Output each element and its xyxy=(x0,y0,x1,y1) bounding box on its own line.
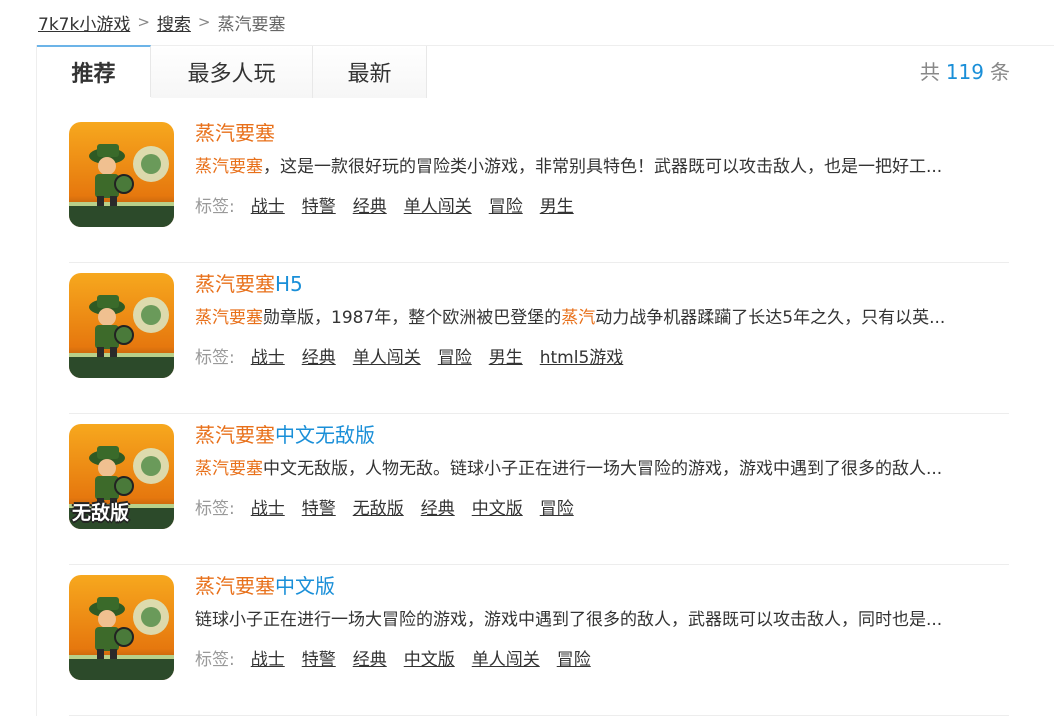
list-item: 无敌版 蒸汽要塞中文无敌版 蒸汽要塞中文无敌版，人物无敌。链球小子正在进行一场大… xyxy=(69,414,1009,565)
game-title-keyword: 蒸汽要塞 xyxy=(195,423,275,447)
tag-link[interactable]: 战士 xyxy=(251,345,285,371)
tab-newest[interactable]: 最新 xyxy=(313,46,427,98)
game-info: 蒸汽要塞中文版 链球小子正在进行一场大冒险的游戏，游戏中遇到了很多的敌人，武器既… xyxy=(195,565,1009,673)
sort-tabs: 推荐 最多人玩 最新 xyxy=(37,45,427,98)
game-title-keyword: 蒸汽要塞 xyxy=(195,121,275,145)
game-list: 蒸汽要塞 蒸汽要塞，这是一款很好玩的冒险类小游戏，非常别具特色！武器既可以攻击敌… xyxy=(69,112,1009,716)
tag-link[interactable]: 冒险 xyxy=(438,345,472,371)
description-keyword: 蒸汽要塞 xyxy=(195,157,263,177)
tag-link[interactable]: 中文版 xyxy=(472,496,523,522)
game-description: 蒸汽要塞中文无敌版，人物无敌。链球小子正在进行一场大冒险的游戏，游戏中遇到了很多… xyxy=(195,457,1009,481)
tag-link[interactable]: 经典 xyxy=(353,194,387,220)
description-text: 动力战争机器蹂躏了长达5年之久，只有以英... xyxy=(595,308,946,328)
tag-link[interactable]: html5游戏 xyxy=(540,345,624,371)
description-keyword: 蒸汽要塞 xyxy=(195,308,263,328)
game-description: 蒸汽要塞勋章版，1987年，整个欧洲被巴登堡的蒸汽动力战争机器蹂躏了长达5年之久… xyxy=(195,306,1009,330)
game-title-link[interactable]: 蒸汽要塞H5 xyxy=(195,269,1009,299)
tag-link[interactable]: 战士 xyxy=(251,194,285,220)
game-tags: 标签: 战士 经典 单人闯关 冒险 男生 html5游戏 xyxy=(195,345,1009,371)
tags-label: 标签: xyxy=(195,499,235,519)
game-title-suffix: 中文版 xyxy=(275,574,335,598)
game-thumbnail[interactable] xyxy=(69,122,174,227)
game-title-suffix: 中文无敌版 xyxy=(275,423,375,447)
tag-link[interactable]: 冒险 xyxy=(489,194,523,220)
game-description: 链球小子正在进行一场大冒险的游戏，游戏中遇到了很多的敌人，武器既可以攻击敌人，同… xyxy=(195,608,1009,632)
tab-most-played[interactable]: 最多人玩 xyxy=(151,46,313,98)
list-item: 蒸汽要塞中文版 链球小子正在进行一场大冒险的游戏，游戏中遇到了很多的敌人，武器既… xyxy=(69,565,1009,716)
description-text: 勋章版，1987年，整个欧洲被巴登堡的 xyxy=(263,308,562,328)
breadcrumb-separator: > xyxy=(137,13,150,31)
tag-link[interactable]: 冒险 xyxy=(540,496,574,522)
result-count-suffix: 条 xyxy=(990,60,1010,84)
game-thumbnail[interactable] xyxy=(69,575,174,680)
game-tags: 标签: 战士 特警 无敌版 经典 中文版 冒险 xyxy=(195,496,1009,522)
game-thumbnail-image xyxy=(69,273,174,378)
description-text: 中文无敌版，人物无敌。链球小子正在进行一场大冒险的游戏，游戏中遇到了很多的敌人.… xyxy=(263,459,943,479)
tag-link[interactable]: 经典 xyxy=(421,496,455,522)
tab-recommended[interactable]: 推荐 xyxy=(37,45,151,97)
game-title-keyword: 蒸汽要塞 xyxy=(195,272,275,296)
game-tags: 标签: 战士 特警 经典 中文版 单人闯关 冒险 xyxy=(195,647,1009,673)
game-thumbnail-image xyxy=(69,575,174,680)
game-info: 蒸汽要塞中文无敌版 蒸汽要塞中文无敌版，人物无敌。链球小子正在进行一场大冒险的游… xyxy=(195,414,1009,522)
description-keyword: 蒸汽要塞 xyxy=(195,459,263,479)
breadcrumb: 7k7k小游戏 > 搜索 > 蒸汽要塞 xyxy=(38,10,286,35)
game-tags: 标签: 战士 特警 经典 单人闯关 冒险 男生 xyxy=(195,194,1009,220)
result-count: 共 119 条 xyxy=(920,56,1010,85)
game-thumbnail-badge: 无敌版 xyxy=(72,502,130,524)
tag-link[interactable]: 单人闯关 xyxy=(353,345,421,371)
tag-link[interactable]: 战士 xyxy=(251,496,285,522)
tags-label: 标签: xyxy=(195,348,235,368)
list-item: 蒸汽要塞H5 蒸汽要塞勋章版，1987年，整个欧洲被巴登堡的蒸汽动力战争机器蹂躏… xyxy=(69,263,1009,414)
breadcrumb-search-link[interactable]: 搜索 xyxy=(157,10,191,35)
breadcrumb-home-link[interactable]: 7k7k小游戏 xyxy=(38,10,130,35)
game-title-keyword: 蒸汽要塞 xyxy=(195,574,275,598)
game-title-suffix: H5 xyxy=(275,272,303,296)
game-title-link[interactable]: 蒸汽要塞 xyxy=(195,118,1009,148)
tag-link[interactable]: 特警 xyxy=(302,647,336,673)
tag-link[interactable]: 单人闯关 xyxy=(472,647,540,673)
tag-link[interactable]: 经典 xyxy=(353,647,387,673)
breadcrumb-current: 蒸汽要塞 xyxy=(217,14,286,35)
game-title-link[interactable]: 蒸汽要塞中文版 xyxy=(195,571,1009,601)
result-count-prefix: 共 xyxy=(919,60,940,84)
game-description: 蒸汽要塞，这是一款很好玩的冒险类小游戏，非常别具特色！武器既可以攻击敌人，也是一… xyxy=(195,155,1009,179)
game-info: 蒸汽要塞 蒸汽要塞，这是一款很好玩的冒险类小游戏，非常别具特色！武器既可以攻击敌… xyxy=(195,112,1009,220)
list-item: 蒸汽要塞 蒸汽要塞，这是一款很好玩的冒险类小游戏，非常别具特色！武器既可以攻击敌… xyxy=(69,112,1009,263)
game-thumbnail[interactable]: 无敌版 xyxy=(69,424,174,529)
description-text: 链球小子正在进行一场大冒险的游戏，游戏中遇到了很多的敌人，武器既可以攻击敌人，同… xyxy=(195,610,943,630)
tag-link[interactable]: 无敌版 xyxy=(353,496,404,522)
tag-link[interactable]: 经典 xyxy=(302,345,336,371)
tags-label: 标签: xyxy=(195,650,235,670)
tags-label: 标签: xyxy=(195,197,235,217)
tag-link[interactable]: 战士 xyxy=(251,647,285,673)
tag-link[interactable]: 特警 xyxy=(302,496,336,522)
game-title-link[interactable]: 蒸汽要塞中文无敌版 xyxy=(195,420,1009,450)
result-count-value: 119 xyxy=(945,60,984,84)
tag-link[interactable]: 特警 xyxy=(302,194,336,220)
game-thumbnail-image xyxy=(69,122,174,227)
description-text: ，这是一款很好玩的冒险类小游戏，非常别具特色！武器既可以攻击敌人，也是一把好工.… xyxy=(263,157,943,177)
tag-link[interactable]: 中文版 xyxy=(404,647,455,673)
description-keyword: 蒸汽 xyxy=(561,308,596,328)
search-results-panel: 推荐 最多人玩 最新 共 119 条 蒸汽要塞 蒸汽要塞，这是一款很好玩的冒险类… xyxy=(36,45,1054,716)
game-thumbnail[interactable] xyxy=(69,273,174,378)
tag-link[interactable]: 单人闯关 xyxy=(404,194,472,220)
breadcrumb-separator: > xyxy=(197,13,211,31)
tag-link[interactable]: 男生 xyxy=(540,194,574,220)
tag-link[interactable]: 冒险 xyxy=(557,647,591,673)
game-info: 蒸汽要塞H5 蒸汽要塞勋章版，1987年，整个欧洲被巴登堡的蒸汽动力战争机器蹂躏… xyxy=(195,263,1009,371)
tag-link[interactable]: 男生 xyxy=(489,345,523,371)
